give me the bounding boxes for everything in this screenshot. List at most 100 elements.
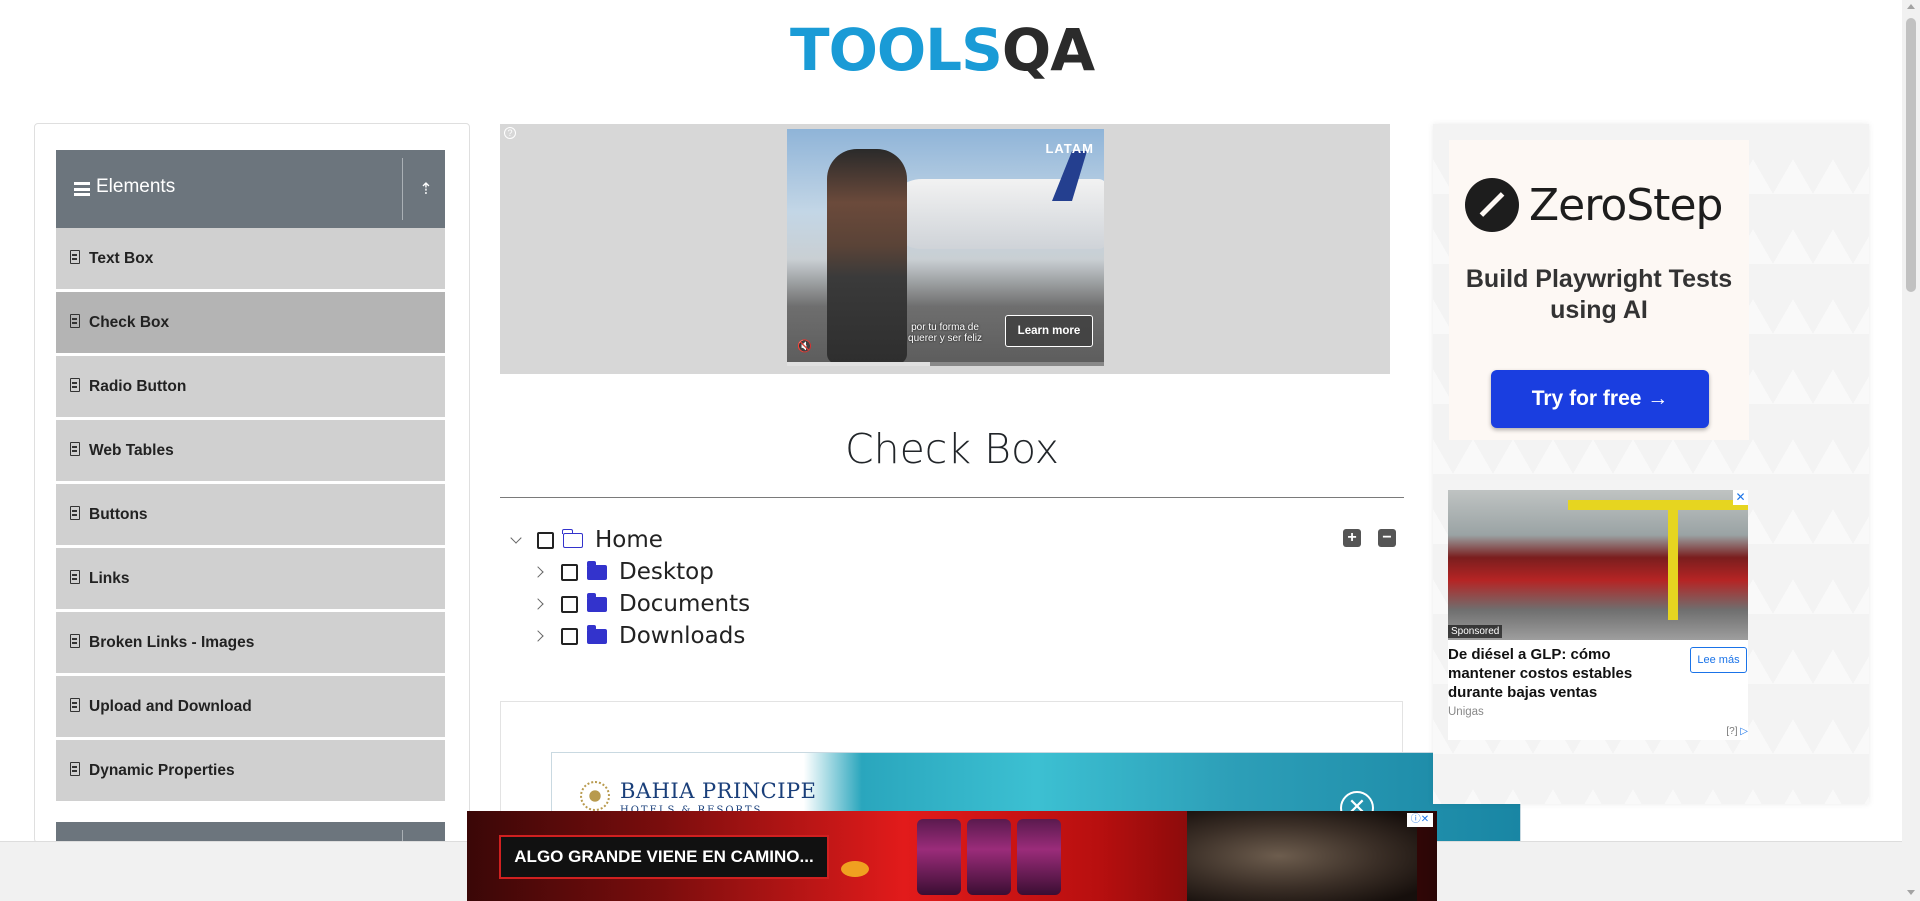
hamburger-icon xyxy=(74,182,90,196)
collapse-all-button[interactable]: − xyxy=(1378,529,1396,547)
logo-qa: QA xyxy=(1001,16,1095,84)
ad-bottom-banner[interactable]: ALGO GRANDE VIENE EN CAMINO... ⓘ✕ xyxy=(467,811,1437,901)
adchoices-label: [?] xyxy=(1726,726,1738,737)
advertiser-name: Unigas xyxy=(1448,706,1484,718)
group-header-elements[interactable]: Elements ⇡ xyxy=(56,150,445,228)
html5-icon xyxy=(70,570,80,584)
expand-all-button[interactable]: + xyxy=(1343,529,1361,547)
folder-icon xyxy=(587,560,607,580)
try-for-free-button[interactable]: Try for free → xyxy=(1491,370,1709,428)
folder-icon xyxy=(587,592,607,612)
group-title: Elements xyxy=(96,176,176,197)
html5-icon xyxy=(70,442,80,456)
ad-video[interactable]: LATAM por tu forma de querer y ser feliz… xyxy=(787,129,1104,366)
sidebar-item-label: Web Tables xyxy=(89,442,174,459)
logo-text: TOOLSQA xyxy=(790,20,1095,80)
html5-icon xyxy=(70,506,80,520)
sidebar-item-label: Links xyxy=(89,570,130,587)
pipe-image xyxy=(1568,500,1748,510)
ad-top-banner[interactable]: ? LATAM por tu forma de querer y ser fel… xyxy=(500,124,1390,374)
group-header-next[interactable] xyxy=(56,822,445,842)
sidebar-item-label: Check Box xyxy=(89,314,170,331)
zerostep-tagline: Build Playwright Tests using AI xyxy=(1465,265,1733,324)
ad-zerostep[interactable]: ZeroStep Build Playwright Tests using AI… xyxy=(1449,140,1749,440)
sidebar: Elements ⇡ Text Box Check Box Radio Butt… xyxy=(34,123,470,843)
video-caption: por tu forma de querer y ser feliz xyxy=(908,322,982,344)
ad-info-icon[interactable]: ? xyxy=(504,127,516,139)
sidebar-item-web-tables[interactable]: Web Tables xyxy=(56,420,445,482)
adchoices-icon[interactable]: ⓘ✕ xyxy=(1407,813,1433,827)
tree-node-home[interactable]: Home xyxy=(507,525,663,555)
collapse-upload-icon[interactable]: ⇡ xyxy=(412,176,440,204)
adchoices-icon[interactable]: [?] ▷ xyxy=(1726,726,1748,737)
tree-node-label[interactable]: Home xyxy=(595,527,663,553)
toolsqa-logo[interactable]: TOOLSQA xyxy=(790,14,1120,90)
bahia-sun-logo-icon xyxy=(580,781,610,811)
html5-icon xyxy=(70,314,80,328)
page: TOOLSQA Elements ⇡ Text Box Check Box Ra… xyxy=(0,0,1920,901)
scroll-down-arrow-icon[interactable] xyxy=(1907,890,1915,895)
pill-image xyxy=(841,861,869,877)
tree-node-desktop[interactable]: Desktop xyxy=(531,557,714,587)
folder-open-icon xyxy=(562,528,583,548)
page-title: Check Box xyxy=(844,425,1060,473)
sidebar-item-links[interactable]: Links xyxy=(56,548,445,610)
sidebar-item-upload-download[interactable]: Upload and Download xyxy=(56,676,445,738)
html5-icon xyxy=(70,250,80,264)
checkbox-home[interactable] xyxy=(537,531,554,549)
sidebar-item-broken-links[interactable]: Broken Links - Images xyxy=(56,612,445,674)
sidebar-item-label: Buttons xyxy=(89,506,148,523)
tree-node-documents[interactable]: Documents xyxy=(531,589,750,619)
chevron-down-icon[interactable] xyxy=(507,530,527,550)
sidebar-item-label: Broken Links - Images xyxy=(89,634,255,651)
checkbox-downloads[interactable] xyxy=(561,627,578,645)
zerostep-logo-icon xyxy=(1465,178,1519,232)
html5-icon xyxy=(70,698,80,712)
sidebar-item-dynamic-properties[interactable]: Dynamic Properties xyxy=(56,740,445,802)
scroll-thumb[interactable] xyxy=(1906,18,1916,292)
scroll-up-arrow-icon[interactable] xyxy=(1907,4,1915,9)
sidebar-item-buttons[interactable]: Buttons xyxy=(56,484,445,546)
ad-headline[interactable]: De diésel a GLP: cómo mantener costos es… xyxy=(1448,645,1678,702)
close-icon[interactable]: ✕ xyxy=(1733,490,1748,505)
html5-icon xyxy=(70,378,80,392)
industrial-boiler-image[interactable] xyxy=(1448,490,1748,640)
page-scrollbar[interactable] xyxy=(1902,0,1920,901)
zerostep-brand: ZeroStep xyxy=(1529,180,1723,231)
learn-more-button[interactable]: Learn more xyxy=(1005,315,1093,347)
mute-icon[interactable]: 🔇 xyxy=(797,339,813,353)
sidebar-item-label: Text Box xyxy=(89,250,154,267)
chevron-right-icon[interactable] xyxy=(531,594,551,614)
logo-tools: TOOLS xyxy=(790,16,1003,84)
checkbox-desktop[interactable] xyxy=(561,563,578,581)
sidebar-item-text-box[interactable]: Text Box xyxy=(56,228,445,290)
sidebar-item-check-box[interactable]: Check Box xyxy=(56,292,445,354)
group-divider xyxy=(402,158,403,220)
html5-icon xyxy=(70,762,80,776)
sponsored-label: Sponsored xyxy=(1448,625,1503,638)
html5-icon xyxy=(70,634,80,648)
tree-node-label[interactable]: Desktop xyxy=(619,559,714,585)
ad-slogan: ALGO GRANDE VIENE EN CAMINO... xyxy=(499,835,829,879)
sidebar-item-label: Dynamic Properties xyxy=(89,762,235,779)
product-can-image xyxy=(917,819,961,895)
ad-right-column: ZeroStep Build Playwright Tests using AI… xyxy=(1433,124,1869,804)
video-progress-bar[interactable] xyxy=(787,362,1104,366)
ad-unigas[interactable]: Sponsored ✕ De diésel a GLP: cómo manten… xyxy=(1448,490,1748,740)
actor-face-image xyxy=(1187,811,1417,901)
sidebar-item-label: Upload and Download xyxy=(89,698,252,715)
lee-mas-button[interactable]: Lee más xyxy=(1690,647,1747,673)
chevron-right-icon[interactable] xyxy=(531,562,551,582)
sidebar-item-radio-button[interactable]: Radio Button xyxy=(56,356,445,418)
bahia-brand-name: BAHIA PRINCIPE xyxy=(620,779,817,803)
tree-node-label[interactable]: Downloads xyxy=(619,623,745,649)
folder-icon xyxy=(587,624,607,644)
title-divider xyxy=(500,497,1404,498)
video-progress-fill xyxy=(787,362,930,366)
chevron-right-icon[interactable] xyxy=(531,626,551,646)
checkbox-documents[interactable] xyxy=(561,595,578,613)
product-can-image xyxy=(967,819,1011,895)
tree-node-label[interactable]: Documents xyxy=(619,591,750,617)
sidebar-item-label: Radio Button xyxy=(89,378,187,395)
tree-node-downloads[interactable]: Downloads xyxy=(531,621,745,651)
